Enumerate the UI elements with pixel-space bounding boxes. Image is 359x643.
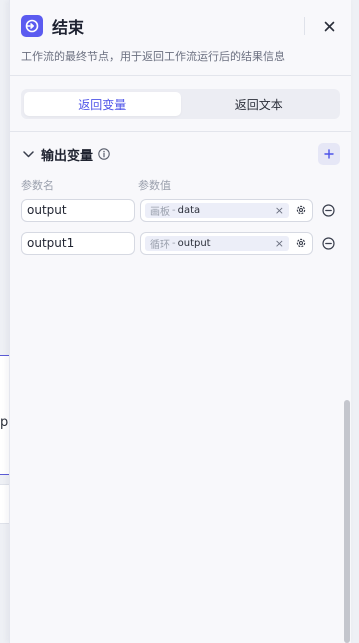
panel-description: 工作流的最终节点，用于返回工作流运行后的结果信息 <box>21 50 285 63</box>
output-name-input[interactable]: output1 <box>21 231 135 255</box>
panel-title: 结束 <box>52 18 85 37</box>
variable-separator: - <box>172 237 176 249</box>
column-header-value: 参数值 <box>138 179 171 192</box>
output-section-title: 输出变量 <box>41 148 94 164</box>
remove-row-button[interactable] <box>322 236 336 250</box>
variable-tag: 循环 - output × <box>145 235 289 251</box>
info-icon[interactable] <box>98 148 111 161</box>
clear-variable-icon[interactable]: × <box>275 237 284 250</box>
variable-name: data <box>177 204 201 216</box>
variable-tag: 画板 - data × <box>145 202 289 218</box>
scrollbar-thumb[interactable] <box>344 400 350 643</box>
chevron-down-icon[interactable] <box>21 147 35 161</box>
background-node-text: p <box>0 415 9 430</box>
end-node-panel: 结束 工作流的最终节点，用于返回工作流运行后的结果信息 返回变量 返回文本 输出… <box>9 0 351 643</box>
panel-header: 结束 工作流的最终节点，用于返回工作流运行后的结果信息 <box>10 0 351 76</box>
exit-node-icon <box>21 15 43 37</box>
gear-icon[interactable] <box>295 237 308 250</box>
return-mode-tabs: 返回变量 返回文本 <box>21 89 340 119</box>
panel-scrollbar[interactable] <box>343 0 351 643</box>
output-column-headers: 参数名 参数值 <box>10 176 351 194</box>
minus-circle-icon <box>322 236 335 250</box>
add-output-button[interactable] <box>318 143 340 165</box>
variable-name: output <box>177 237 211 249</box>
plus-icon <box>324 149 334 159</box>
minus-circle-icon <box>322 203 335 217</box>
output-row: output1 循环 - output × <box>21 231 340 255</box>
tab-return-text[interactable]: 返回文本 <box>181 92 338 116</box>
close-icon <box>324 21 334 31</box>
variable-separator: - <box>172 204 176 216</box>
output-value-selector[interactable]: 画板 - data × <box>140 198 313 222</box>
variable-source: 画板 <box>150 206 170 218</box>
remove-row-button[interactable] <box>322 203 336 217</box>
clear-variable-icon[interactable]: × <box>275 204 284 217</box>
variable-source: 循环 <box>150 239 170 251</box>
output-rows: output 画板 - data × output1 循环 - output × <box>10 194 351 255</box>
output-value-selector[interactable]: 循环 - output × <box>140 231 313 255</box>
output-section-header: 输出变量 <box>10 132 351 176</box>
close-button[interactable] <box>317 14 341 38</box>
tab-return-variables[interactable]: 返回变量 <box>24 92 181 116</box>
column-header-name: 参数名 <box>21 179 54 192</box>
header-divider <box>304 17 305 35</box>
output-name-input[interactable]: output <box>21 198 135 222</box>
gear-icon[interactable] <box>295 204 308 217</box>
output-row: output 画板 - data × <box>21 198 340 222</box>
